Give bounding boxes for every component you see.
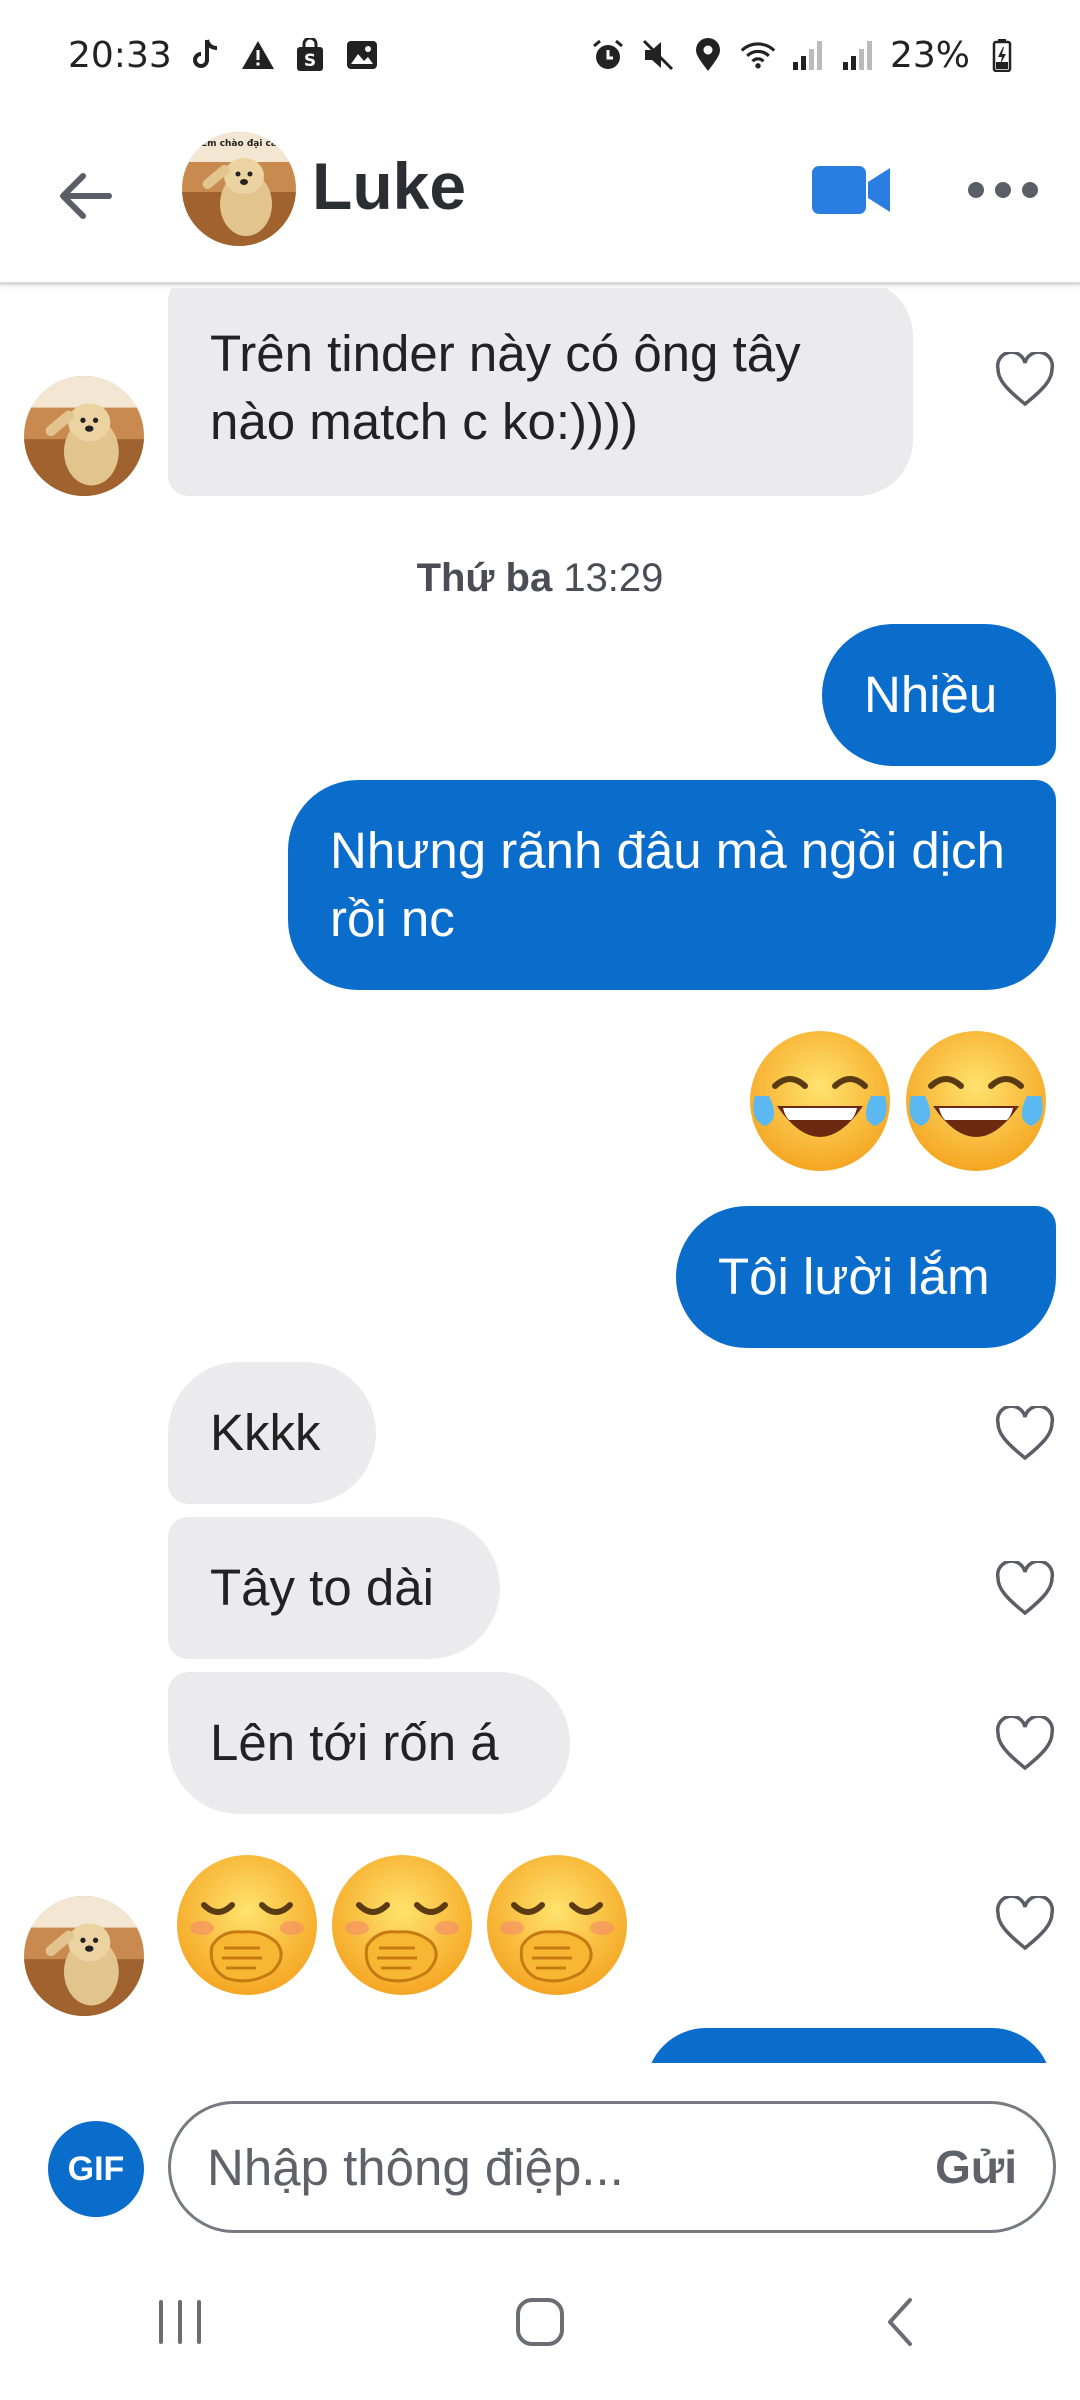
heart-icon[interactable] [995, 1716, 1055, 1772]
message-composer: GIF Nhập thông điệp... Gửi [0, 2063, 1080, 2243]
message-text: Tây to dài [210, 1559, 434, 1616]
system-navigation-bar [0, 2243, 1080, 2400]
message-text: Trên tinder này có ông tây nào match c k… [210, 325, 801, 450]
contact-name[interactable]: Luke [312, 148, 466, 224]
contact-avatar-small[interactable] [24, 1896, 144, 2016]
recent-apps-button[interactable] [120, 2272, 240, 2372]
incoming-message[interactable]: Lên tới rốn á [168, 1672, 570, 1814]
hand-over-mouth-emoji-icon [177, 1855, 317, 1995]
incoming-message[interactable]: Tây to dài [168, 1517, 500, 1659]
arrow-left-icon [60, 173, 112, 219]
contact-avatar[interactable]: Em chào đại ca [182, 132, 296, 246]
incoming-emoji-message[interactable] [172, 1850, 632, 2000]
home-button[interactable] [480, 2272, 600, 2372]
tiktok-icon [188, 37, 224, 73]
outgoing-message[interactable] [646, 2028, 1052, 2063]
heart-icon[interactable] [995, 1896, 1055, 1952]
shop-icon: S [292, 37, 328, 73]
timestamp-time: 13:29 [563, 556, 664, 600]
hand-over-mouth-emoji-icon [487, 1855, 627, 1995]
back-button[interactable] [50, 161, 120, 231]
outgoing-message[interactable]: Nhiều [822, 624, 1056, 766]
recent-apps-icon [159, 2299, 201, 2344]
joy-emoji-icon [750, 1031, 890, 1171]
home-icon [516, 2297, 564, 2346]
chevron-left-icon [888, 2297, 912, 2346]
signal-icon [840, 37, 876, 73]
message-text: Kkkk [210, 1404, 321, 1461]
message-input-placeholder: Nhập thông điệp... [207, 2138, 624, 2196]
timestamp-day: Thứ ba [416, 556, 553, 600]
warning-icon [240, 37, 276, 73]
video-camera-icon [812, 166, 890, 214]
dot-icon [1022, 182, 1038, 198]
outgoing-message[interactable]: Nhưng rãnh đâu mà ngồi dịch rồi nc [288, 780, 1056, 990]
heart-icon[interactable] [995, 1406, 1055, 1462]
battery-icon [984, 37, 1020, 73]
svg-text:S: S [304, 51, 316, 71]
dot-icon [968, 182, 984, 198]
message-text: Nhưng rãnh đâu mà ngồi dịch rồi nc [330, 822, 1005, 947]
message-text: Tôi lười lắm [718, 1248, 990, 1305]
outgoing-emoji-message[interactable] [745, 1026, 1057, 1176]
video-call-button[interactable] [810, 162, 894, 218]
mute-icon [640, 37, 676, 73]
image-icon [344, 37, 380, 73]
conversation-list[interactable]: Trên tinder này có ông tây nào match c k… [0, 288, 1080, 2063]
alarm-icon [590, 37, 626, 73]
battery-percent: 23% [889, 34, 970, 76]
more-options-button[interactable] [968, 170, 1038, 210]
incoming-message[interactable]: Trên tinder này có ông tây nào match c k… [168, 288, 913, 496]
message-text: Nhiều [864, 666, 998, 723]
outgoing-message[interactable]: Tôi lười lắm [676, 1206, 1056, 1348]
gif-button[interactable]: GIF [48, 2121, 144, 2217]
status-time: 20:33 [68, 34, 172, 76]
avatar-caption: Em chào đại ca [201, 139, 277, 149]
send-button[interactable]: Gửi [935, 2140, 1017, 2194]
timestamp: Thứ ba 13:29 [0, 556, 1080, 601]
heart-icon[interactable] [995, 352, 1055, 408]
heart-icon[interactable] [995, 1561, 1055, 1617]
chat-header: Em chào đại ca Luke [0, 110, 1080, 285]
hand-over-mouth-emoji-icon [332, 1855, 472, 1995]
message-text: Lên tới rốn á [210, 1714, 499, 1771]
status-bar: 20:33 S 23% [0, 0, 1080, 110]
wifi-icon [740, 37, 776, 73]
system-back-button[interactable] [840, 2272, 960, 2372]
dot-icon [995, 182, 1011, 198]
incoming-message[interactable]: Kkkk [168, 1362, 376, 1504]
joy-emoji-icon [906, 1031, 1046, 1171]
location-icon [690, 37, 726, 73]
signal-icon [790, 37, 826, 73]
message-input[interactable]: Nhập thông điệp... Gửi [168, 2101, 1056, 2233]
contact-avatar-small[interactable] [24, 376, 144, 496]
